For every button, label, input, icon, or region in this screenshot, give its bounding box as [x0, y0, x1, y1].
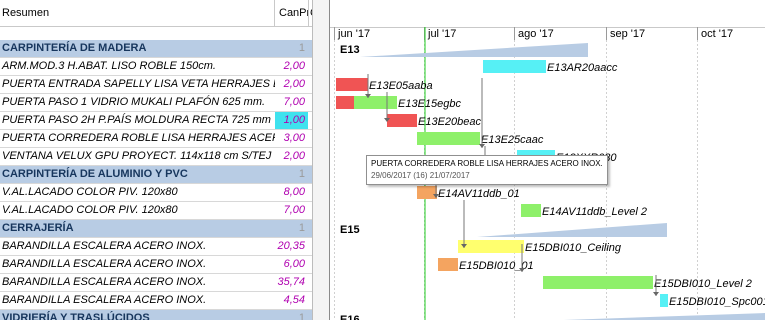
task-row[interactable]: BARANDILLA ESCALERA ACERO INOX. 4,54 — [0, 292, 312, 310]
dependency-arrow — [479, 144, 485, 148]
chapter-row[interactable]: CARPINTERÍA DE MADERA 1 — [0, 40, 312, 58]
task-name[interactable]: V.AL.LACADO COLOR PIV. 120x80 — [0, 202, 275, 219]
task-bar-label: E13E25caac — [481, 134, 544, 146]
task-name[interactable]: VENTANA VELUX GPU PROYECT. 114x118 cm S/… — [0, 148, 275, 165]
task-name[interactable]: VIDRIERÍA Y TRASLÚCIDOS — [0, 310, 275, 320]
task-name[interactable]: BARANDILLA ESCALERA ACERO INOX. — [0, 292, 275, 309]
tooltip-dates: 29/06/2017 (16) 21/07/2017 — [371, 171, 470, 180]
summary-wedge — [563, 313, 765, 320]
task-bar-label: E13E20beac — [418, 116, 481, 128]
task-bar-label: E14AV11ddb_01 — [438, 188, 520, 200]
task-name[interactable]: PUERTA PASO 1 VIDRIO MUKALI PLAFÓN 625 m… — [0, 94, 275, 111]
task-quantity[interactable]: 8,00 — [275, 184, 308, 201]
summary-wedge — [477, 223, 667, 237]
task-bar — [521, 204, 541, 217]
task-bar — [483, 60, 546, 73]
task-bar — [543, 276, 653, 289]
column-header-resumen[interactable]: Resumen — [0, 0, 275, 27]
task-row[interactable]: V.AL.LACADO COLOR PIV. 120x80 8,00 — [0, 184, 312, 202]
task-bar — [438, 258, 458, 271]
summary-label: E13 — [340, 44, 360, 56]
task-name[interactable]: BARANDILLA ESCALERA ACERO INOX. — [0, 238, 275, 255]
task-bar-label: E13E05aaba — [369, 80, 433, 92]
summary-label: E16 — [340, 314, 360, 320]
gantt-chart: jun '17 jul '17 ago '17 sep '17 oct '17 E13 E1… — [330, 0, 765, 320]
month-label: jul '17 — [427, 28, 456, 40]
task-name[interactable]: CARPINTERÍA DE MADERA — [0, 40, 275, 57]
task-row[interactable]: VENTANA VELUX GPU PROYECT. 114x118 cm S/… — [0, 148, 312, 166]
task-quantity[interactable]: 2,00 — [275, 76, 308, 93]
task-quantity[interactable]: 4,54 — [275, 292, 308, 309]
task-bar-label: E13AR20aacc — [547, 62, 618, 74]
task-name[interactable]: CARPINTERÍA DE ALUMINIO Y PVC — [0, 166, 275, 183]
summary-label: E15 — [340, 224, 360, 236]
month-label: jun '17 — [337, 28, 370, 40]
task-bar-label: E14AV11ddb_Level 2 — [542, 206, 647, 218]
column-header-canpres[interactable]: CanPres — [275, 0, 309, 27]
task-name[interactable]: BARANDILLA ESCALERA ACERO INOX. — [0, 274, 275, 291]
task-bar — [458, 240, 524, 253]
task-quantity[interactable]: 6,00 — [275, 256, 308, 273]
task-name[interactable]: CERRAJERÍA — [0, 220, 275, 237]
task-row[interactable]: ARM.MOD.3 H.ABAT. LISO ROBLE 150cm. 2,00 — [0, 58, 312, 76]
task-row[interactable]: PUERTA ENTRADA SAPELLY LISA VETA HERRAJE… — [0, 76, 312, 94]
task-quantity[interactable]: 1 — [275, 310, 308, 320]
dependency-arrow — [653, 292, 659, 296]
chapter-row[interactable]: CARPINTERÍA DE ALUMINIO Y PVC 1 — [0, 166, 312, 184]
task-bar — [417, 186, 437, 199]
task-name[interactable]: PUERTA PASO 2H P.PAÍS MOLDURA RECTA 725 … — [0, 112, 275, 129]
task-quantity[interactable]: 1 — [275, 40, 308, 57]
bar-tooltip: PUERTA CORREDERA ROBLE LISA HERRAJES ACE… — [366, 155, 608, 185]
task-quantity[interactable]: 20,35 — [275, 238, 308, 255]
task-bar — [387, 114, 417, 127]
task-bar-label: E15DBI010_Level 2 — [654, 278, 752, 290]
task-name[interactable]: BARANDILLA ESCALERA ACERO INOX. — [0, 256, 275, 273]
task-quantity[interactable]: 3,00 — [275, 130, 308, 147]
task-row[interactable]: PUERTA CORREDERA ROBLE LISA HERRAJES ACE… — [0, 130, 312, 148]
month-label: ago '17 — [518, 28, 554, 40]
task-quantity[interactable]: 35,74 — [275, 274, 308, 291]
task-quantity[interactable]: 2,00 — [275, 58, 308, 75]
task-bar — [660, 294, 668, 307]
task-row[interactable]: BARANDILLA ESCALERA ACERO INOX. 35,74 — [0, 274, 312, 292]
task-bar-label: E13E15egbc — [398, 98, 461, 110]
timeline-header-bg — [330, 0, 765, 27]
month-label: sep '17 — [610, 28, 645, 40]
task-row[interactable]: BARANDILLA ESCALERA ACERO INOX. 6,00 — [0, 256, 312, 274]
task-bar — [336, 96, 354, 109]
task-row[interactable]: BARANDILLA ESCALERA ACERO INOX. 20,35 — [0, 238, 312, 256]
task-quantity[interactable]: 1,00 — [275, 112, 308, 129]
task-bar — [417, 132, 480, 145]
task-name[interactable]: PUERTA CORREDERA ROBLE LISA HERRAJES ACE… — [0, 130, 275, 147]
task-bar-label: E15DBI010_Ceiling — [525, 242, 622, 254]
task-bar — [354, 96, 397, 109]
task-quantity[interactable]: 1 — [275, 166, 308, 183]
chapter-row[interactable]: VIDRIERÍA Y TRASLÚCIDOS 1 — [0, 310, 312, 320]
task-row[interactable]: PUERTA PASO 1 VIDRIO MUKALI PLAFÓN 625 m… — [0, 94, 312, 112]
task-quantity[interactable]: 1 — [275, 220, 308, 237]
task-bar — [336, 78, 368, 91]
pane-splitter[interactable] — [312, 0, 330, 320]
task-row[interactable]: V.AL.LACADO COLOR PIV. 120x80 7,00 — [0, 202, 312, 220]
task-quantity[interactable]: 7,00 — [275, 94, 308, 111]
chapter-row[interactable]: CERRAJERÍA 1 — [0, 220, 312, 238]
task-table: Resumen CanPres C CARPINTERÍA DE MADERA1… — [0, 0, 312, 320]
task-bar-label: E15DBI010_Spc0010 — [669, 296, 765, 308]
month-label: oct '17 — [701, 28, 733, 40]
tooltip-title: PUERTA CORREDERA ROBLE LISA HERRAJES ACE… — [371, 159, 603, 168]
task-row[interactable]: PUERTA PASO 2H P.PAÍS MOLDURA RECTA 725 … — [0, 112, 312, 130]
task-quantity[interactable]: 7,00 — [275, 202, 308, 219]
task-name[interactable]: V.AL.LACADO COLOR PIV. 120x80 — [0, 184, 275, 201]
task-name[interactable]: ARM.MOD.3 H.ABAT. LISO ROBLE 150cm. — [0, 58, 275, 75]
summary-wedge — [360, 43, 588, 57]
task-rows: CARPINTERÍA DE MADERA 1 ARM.MOD.3 H.ABAT. … — [0, 40, 312, 320]
task-quantity[interactable]: 2,00 — [275, 148, 308, 165]
task-name[interactable]: PUERTA ENTRADA SAPELLY LISA VETA HERRAJE… — [0, 76, 275, 93]
